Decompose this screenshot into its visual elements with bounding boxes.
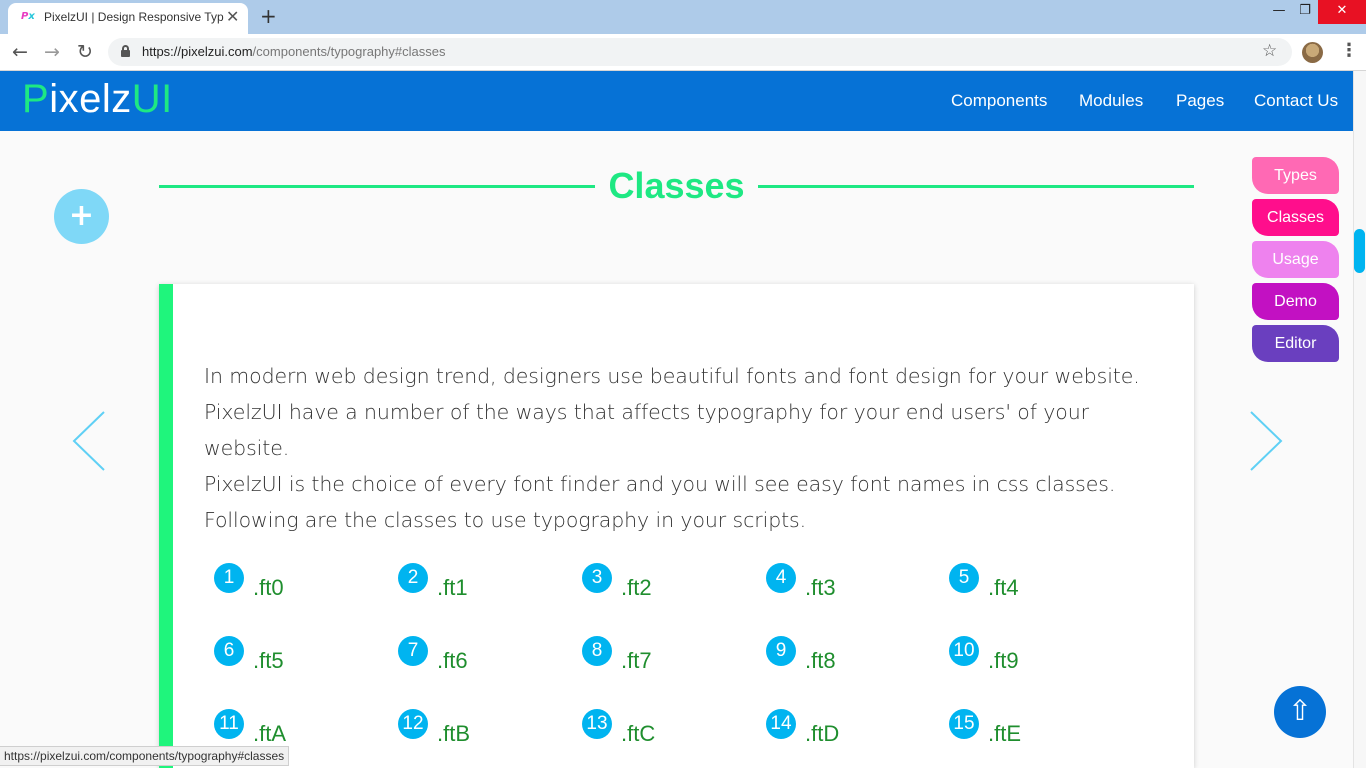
class-number-badge: 11 [214,709,244,739]
status-bar-url: https://pixelzui.com/components/typograp… [0,746,290,766]
class-name: .ft5 [253,648,284,673]
class-number-badge: 13 [582,709,612,739]
new-tab-icon[interactable]: + [260,4,277,28]
browser-toolbar: ← → ↻ https://pixelzui.com/components/ty… [0,34,1366,71]
class-name: .ft9 [988,648,1019,673]
side-tab-usage[interactable]: Usage [1252,241,1339,278]
tab-title: PixelzUI | Design Responsive Typ [44,10,224,24]
tab-close-icon[interactable]: ✕ [226,7,239,26]
class-number-badge: 6 [214,636,244,666]
intro-paragraph: In modern web design trend, designers us… [204,358,1164,538]
intro-line-2: PixelzUI have a number of the ways that … [204,400,1089,460]
intro-line-1: In modern web design trend, designers us… [204,364,1140,388]
plus-icon: + [68,198,95,233]
scroll-to-top-button[interactable]: ⇧ [1274,686,1326,738]
class-number-badge: 15 [949,709,979,739]
class-number-badge: 4 [766,563,796,593]
class-number-badge: 2 [398,563,428,593]
bookmark-star-icon[interactable]: ☆ [1262,41,1277,61]
class-name: .ft3 [805,575,836,600]
page-scrollbar-thumb[interactable] [1354,229,1365,273]
nav-pages[interactable]: Pages [1176,91,1224,111]
class-number-badge: 3 [582,563,612,593]
url-path: /components/typography#classes [252,44,446,59]
class-name: .ft6 [437,648,468,673]
site-logo[interactable]: PixelzUI [22,77,173,122]
class-number-badge: 14 [766,709,796,739]
heading-divider-left [159,185,595,188]
add-plus-button[interactable]: + [54,189,109,244]
browser-tab-strip: Px PixelzUI | Design Responsive Typ ✕ + … [0,0,1366,34]
up-arrow-icon: ⇧ [1288,694,1312,727]
section-title: Classes [608,165,745,206]
window-close-icon[interactable]: ✕ [1318,0,1366,24]
class-name: .ftE [988,721,1022,746]
class-name: .ft1 [437,575,468,600]
nav-modules[interactable]: Modules [1079,91,1143,111]
next-arrow-icon[interactable] [1247,410,1287,472]
class-name: .ft0 [253,575,284,600]
class-name: .ftB [437,721,471,746]
logo-part-p: P [22,77,50,121]
lock-icon[interactable] [121,45,130,57]
class-number-badge: 1 [214,563,244,593]
url-host: https://pixelzui.com [142,44,253,59]
class-name: .ft8 [805,648,836,673]
back-arrow-icon[interactable]: ← [12,41,28,63]
class-number-badge: 5 [949,563,979,593]
side-tab-classes[interactable]: Classes [1252,199,1339,236]
side-tab-demo[interactable]: Demo [1252,283,1339,320]
side-tab-editor[interactable]: Editor [1252,325,1339,362]
intro-line-4: Following are the classes to use typogra… [204,508,807,532]
address-bar[interactable]: https://pixelzui.com/components/typograp… [108,38,1292,66]
browser-menu-icon[interactable]: ⋮ [1340,40,1358,61]
nav-contact-us[interactable]: Contact Us [1254,91,1338,111]
class-number-badge: 8 [582,636,612,666]
heading-divider-right [758,185,1194,188]
class-name: .ft4 [988,575,1019,600]
class-name: .ftC [621,721,656,746]
browser-tab[interactable]: Px PixelzUI | Design Responsive Typ ✕ [8,3,248,34]
previous-arrow-icon[interactable] [70,410,110,472]
page-scrollbar-track[interactable] [1353,71,1366,768]
forward-arrow-icon[interactable]: → [44,41,60,63]
profile-avatar[interactable] [1302,42,1323,63]
class-name: .ft2 [621,575,652,600]
site-header: PixelzUI Components Modules Pages Contac… [0,71,1353,131]
side-tab-types[interactable]: Types [1252,157,1339,194]
class-number-badge: 10 [949,636,979,666]
logo-part-ixelz: ixelz [49,77,132,121]
class-name: .ftA [253,721,287,746]
class-number-badge: 12 [398,709,428,739]
logo-part-ui: UI [131,77,173,121]
reload-icon[interactable]: ↻ [77,41,93,63]
nav-components[interactable]: Components [951,91,1047,111]
class-name: .ftD [805,721,840,746]
url-text[interactable]: https://pixelzui.com/components/typograp… [142,44,446,59]
class-number-badge: 9 [766,636,796,666]
class-number-badge: 7 [398,636,428,666]
intro-line-3: PixelzUI is the choice of every font fin… [204,472,1116,496]
pixelzui-favicon-icon: Px [21,11,35,22]
class-name: .ft7 [621,648,652,673]
